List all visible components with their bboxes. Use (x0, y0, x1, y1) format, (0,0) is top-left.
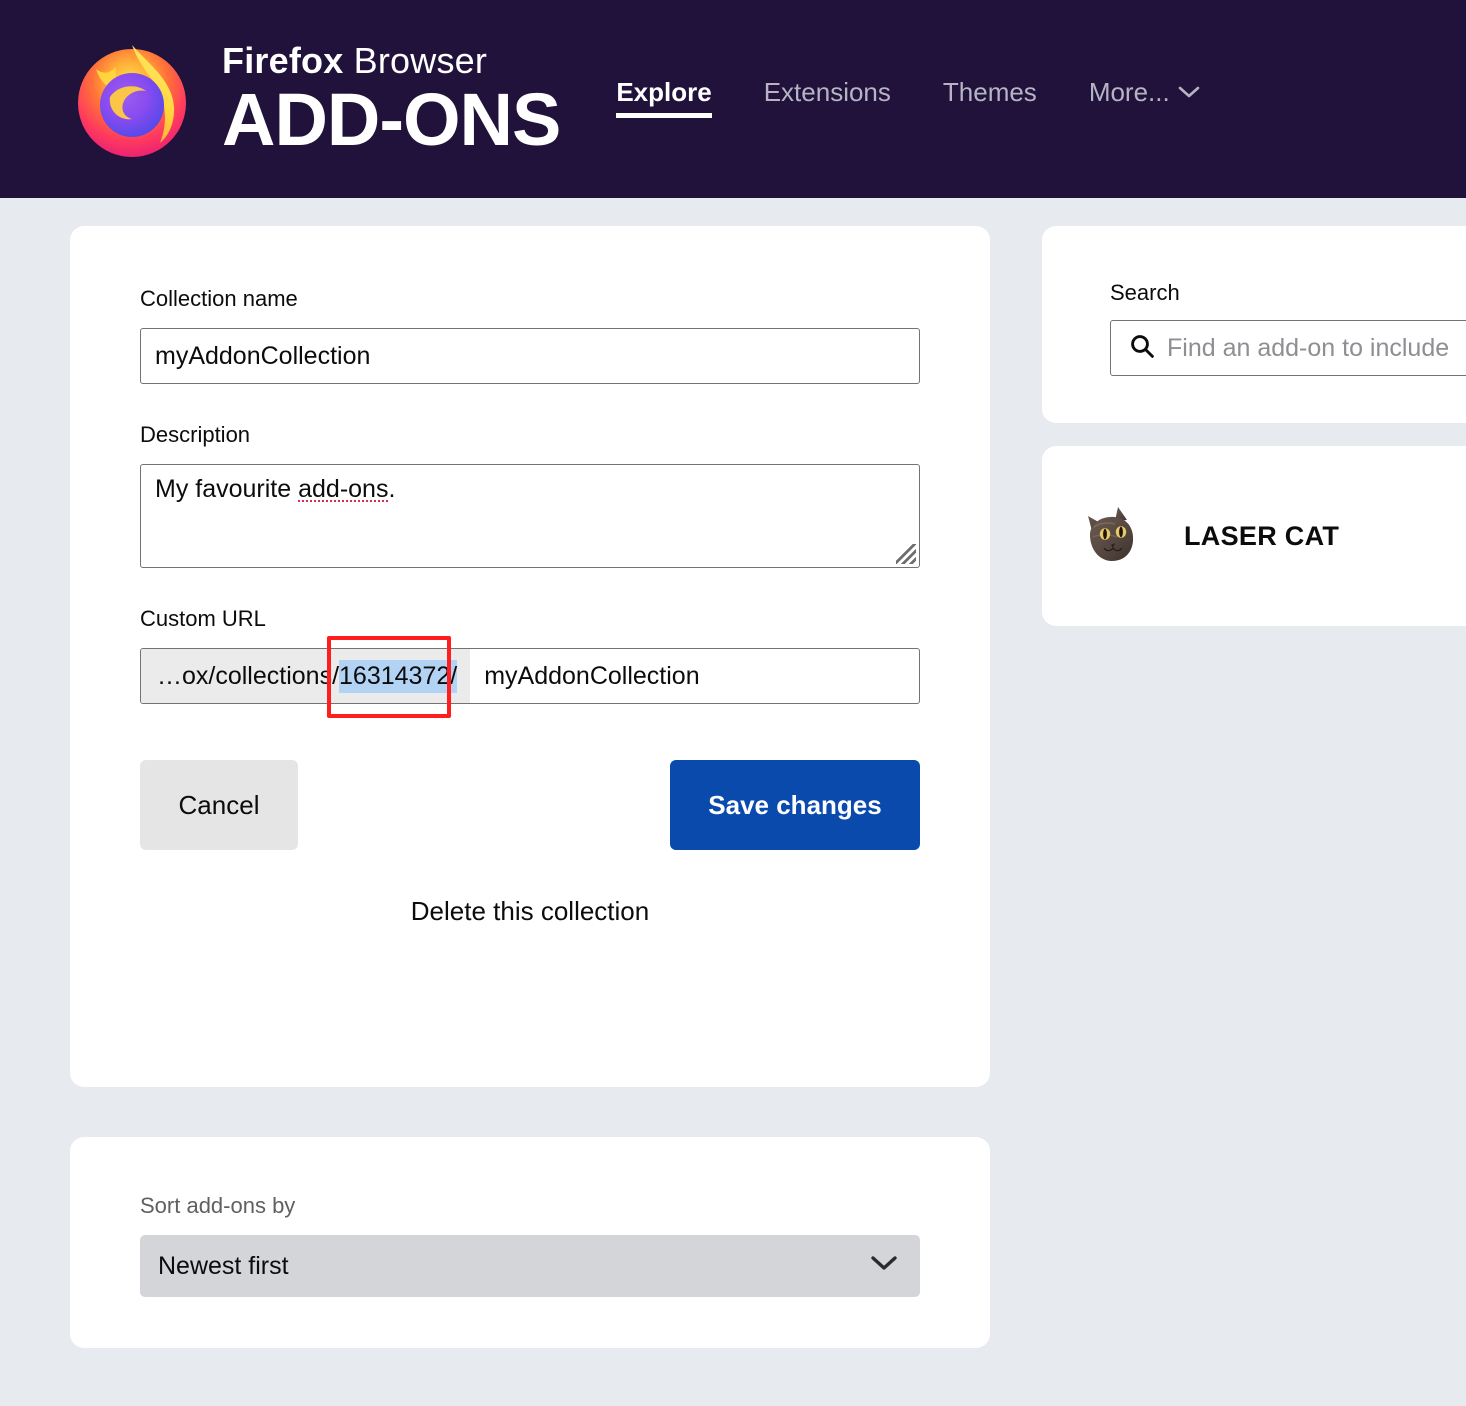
collection-name-field-group: Collection name (140, 286, 920, 384)
description-text-end: . (388, 475, 396, 503)
brand-wordmark: Firefox Browser ADD-ONS (222, 39, 561, 161)
brand-browser-word: Browser (343, 39, 488, 81)
addon-result-card[interactable]: LASER CAT (1042, 446, 1466, 626)
description-textarea[interactable]: My favourite add-ons. (140, 464, 920, 568)
brand-lockup: Firefox Browser ADD-ONS (66, 33, 561, 165)
sort-card: Sort add-ons by Newest first (70, 1137, 990, 1348)
custom-url-id-slash: / (450, 661, 458, 690)
custom-url-id-value: 16314372 (339, 661, 451, 690)
cancel-button[interactable]: Cancel (140, 760, 298, 850)
sort-select-wrap: Newest first (140, 1235, 920, 1297)
delete-collection-link[interactable]: Delete this collection (140, 896, 920, 927)
description-text-plain: My favourite (155, 475, 299, 503)
nav-item-extensions[interactable]: Extensions (764, 77, 891, 118)
search-field[interactable] (1110, 320, 1466, 376)
addon-title: LASER CAT (1184, 520, 1340, 551)
custom-url-slug-input[interactable] (470, 649, 919, 703)
page-body: Collection name Description My favourite… (0, 198, 1466, 1406)
main-navigation: Explore Extensions Themes More... (616, 77, 1200, 122)
site-header: Firefox Browser ADD-ONS Explore Extensio… (0, 0, 1466, 198)
firefox-logo-icon (66, 33, 198, 165)
nav-item-more-label: More... (1088, 76, 1170, 107)
save-changes-button[interactable]: Save changes (670, 760, 920, 850)
chevron-down-icon (1178, 82, 1200, 105)
sort-label: Sort add-ons by (140, 1193, 296, 1218)
collection-name-input[interactable] (140, 328, 920, 384)
custom-url-row: …ox/collections/16314372/ (140, 636, 920, 718)
description-label: Description (140, 422, 251, 447)
brand-line-top: Firefox Browser (222, 39, 560, 81)
search-icon (1129, 333, 1155, 364)
nav-item-explore[interactable]: Explore (616, 77, 713, 118)
collection-edit-card: Collection name Description My favourite… (70, 226, 990, 1087)
brand-addons-word: ADD-ONS (222, 77, 561, 161)
search-card: Search (1042, 226, 1466, 423)
search-label: Search (1110, 280, 1180, 305)
custom-url-label: Custom URL (140, 606, 266, 631)
nav-item-more[interactable]: More... (1089, 77, 1200, 118)
sort-selected-value: Newest first (158, 1251, 289, 1280)
collection-name-label: Collection name (140, 286, 298, 311)
form-action-row: Cancel Save changes (140, 760, 920, 850)
custom-url-field-group: Custom URL …ox/collections/16314372/ (140, 606, 920, 718)
custom-url-prefix-static: …ox/collections/ (157, 661, 340, 690)
description-text-misspelled: add-ons (298, 475, 389, 503)
search-input[interactable] (1167, 333, 1466, 363)
sort-select[interactable]: Newest first (140, 1235, 920, 1297)
custom-url-selected-id: 16314372/ (339, 659, 458, 693)
brand-firefox-word: Firefox (222, 39, 344, 81)
textarea-resize-handle[interactable] (896, 544, 916, 564)
laser-cat-thumbnail-icon (1082, 501, 1152, 571)
custom-url-prefix: …ox/collections/16314372/ (141, 649, 471, 703)
description-field-group: Description My favourite add-ons. (140, 422, 920, 568)
nav-item-themes[interactable]: Themes (943, 77, 1037, 118)
